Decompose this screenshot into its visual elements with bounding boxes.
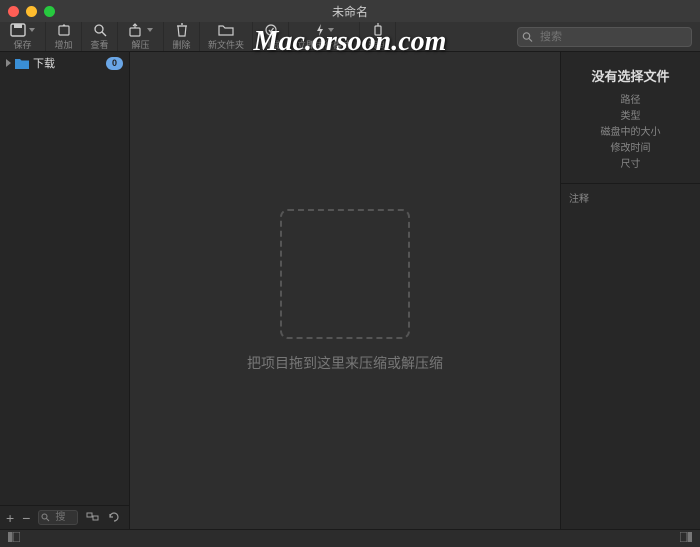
add-source-button[interactable]: + bbox=[6, 510, 14, 526]
minimize-window-button[interactable] bbox=[26, 6, 37, 17]
search-icon bbox=[41, 513, 50, 522]
test-icon bbox=[264, 23, 278, 37]
status-left-icon[interactable] bbox=[8, 532, 20, 545]
sidebar-item-label: 下载 bbox=[33, 55, 55, 71]
info-row-path: 路径 bbox=[571, 93, 690, 109]
maximize-window-button[interactable] bbox=[44, 6, 55, 17]
remove-source-button[interactable]: − bbox=[22, 510, 30, 526]
toolbar-label: 删除 bbox=[172, 38, 190, 51]
status-right-icon[interactable] bbox=[680, 532, 692, 545]
sidebar-refresh-icon[interactable] bbox=[107, 510, 120, 526]
goto-button[interactable]: 转到 bbox=[360, 22, 396, 51]
view-button[interactable]: 查看 bbox=[82, 22, 118, 51]
folder-plus-icon bbox=[218, 23, 234, 37]
toolbar-label: 保存 bbox=[13, 38, 31, 51]
chevron-down-icon bbox=[29, 28, 35, 32]
close-window-button[interactable] bbox=[8, 6, 19, 17]
toolbar-label: 查看 bbox=[90, 38, 108, 51]
add-icon bbox=[57, 23, 71, 37]
extract-icon bbox=[128, 23, 153, 37]
toolbar-label: 增加 bbox=[54, 38, 72, 51]
info-row-type: 类型 bbox=[571, 109, 690, 125]
info-row-disksize: 磁盘中的大小 bbox=[571, 125, 690, 141]
sidebar-list: 下载 0 bbox=[0, 52, 129, 505]
save-icon bbox=[10, 23, 35, 37]
sidebar-tool-icon[interactable] bbox=[86, 510, 99, 526]
lightning-icon bbox=[315, 23, 334, 37]
info-panel: 没有选择文件 路径 类型 磁盘中的大小 修改时间 尺寸 注释 bbox=[560, 52, 700, 529]
delete-button[interactable]: 删除 bbox=[164, 22, 200, 51]
add-button[interactable]: 增加 bbox=[46, 22, 82, 51]
toolbar-label: 测试 bbox=[262, 38, 280, 51]
sidebar-item-downloads[interactable]: 下载 0 bbox=[0, 52, 129, 74]
info-notes: 注释 bbox=[561, 183, 700, 529]
toolbar-label: 解压 bbox=[131, 38, 149, 51]
toolbar: 保存 增加 查看 解压 删除 新文件夹 测试 bbox=[0, 22, 700, 52]
window-title: 未命名 bbox=[0, 3, 700, 20]
drop-target[interactable] bbox=[280, 209, 410, 339]
toolbar-label: 转到 bbox=[369, 38, 387, 51]
trash-icon bbox=[176, 23, 188, 37]
toolbar-label: 新文件夹 bbox=[208, 38, 244, 51]
toolbar-search bbox=[396, 22, 700, 51]
save-button[interactable]: 保存 bbox=[0, 22, 46, 51]
toolbar-label: 立即执行模式 bbox=[297, 38, 351, 51]
count-badge: 0 bbox=[106, 57, 123, 70]
info-row-modtime: 修改时间 bbox=[571, 141, 690, 157]
content-area[interactable]: 把项目拖到这里来压缩或解压缩 bbox=[130, 52, 560, 529]
extract-button[interactable]: 解压 bbox=[118, 22, 164, 51]
view-icon bbox=[93, 23, 107, 37]
search-icon bbox=[522, 31, 533, 42]
chevron-down-icon bbox=[147, 28, 153, 32]
drop-hint: 把项目拖到这里来压缩或解压缩 bbox=[247, 353, 443, 373]
window-controls bbox=[8, 6, 55, 17]
folder-icon bbox=[15, 58, 29, 69]
disclosure-triangle-icon[interactable] bbox=[6, 59, 11, 67]
search-input[interactable] bbox=[517, 27, 692, 47]
info-row-size: 尺寸 bbox=[571, 157, 690, 173]
sidebar: 下载 0 + − bbox=[0, 52, 130, 529]
chevron-down-icon bbox=[328, 28, 334, 32]
exec-mode-button[interactable]: 立即执行模式 bbox=[289, 22, 360, 51]
info-heading: 没有选择文件 bbox=[571, 66, 690, 85]
titlebar: 未命名 bbox=[0, 0, 700, 22]
main-area: 下载 0 + − 把项目拖到这里来压缩或解压缩 没有选择文件 路径 bbox=[0, 52, 700, 529]
status-bar bbox=[0, 529, 700, 547]
goto-icon bbox=[372, 23, 384, 37]
test-button[interactable]: 测试 bbox=[253, 22, 289, 51]
info-header: 没有选择文件 路径 类型 磁盘中的大小 修改时间 尺寸 bbox=[561, 52, 700, 183]
sidebar-footer: + − bbox=[0, 505, 129, 529]
new-folder-button[interactable]: 新文件夹 bbox=[200, 22, 253, 51]
